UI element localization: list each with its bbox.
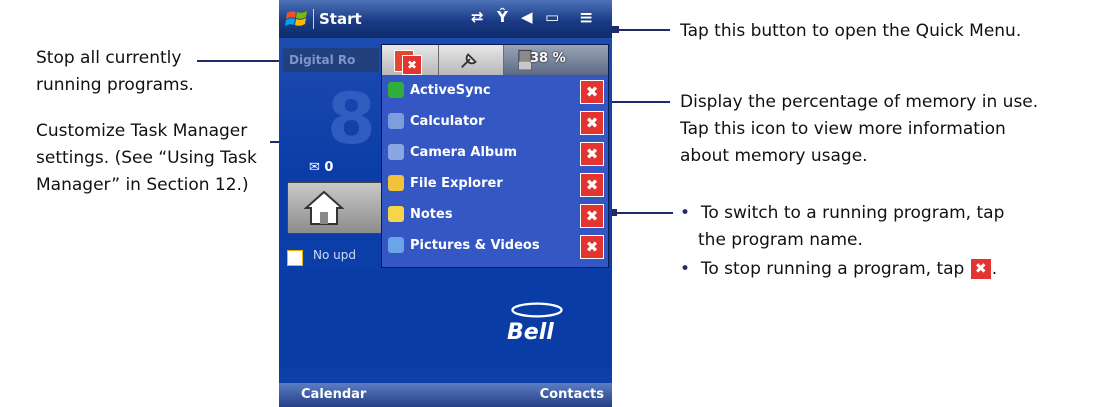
softkey-contacts[interactable]: Contacts — [540, 387, 604, 402]
digital-clock-plugin[interactable]: Digital Ro — [283, 48, 379, 72]
pictures-videos-icon — [388, 237, 404, 253]
softkey-bar: Calendar Contacts — [279, 383, 612, 407]
start-label[interactable]: Start — [319, 10, 362, 28]
mail-counter[interactable]: ✉ 0 — [309, 160, 333, 175]
switch-callout: • To switch to a running program, tap th… — [680, 203, 1005, 280]
program-row[interactable]: Pictures & Videos ✖ — [382, 231, 608, 261]
softkey-calendar[interactable]: Calendar — [301, 387, 366, 402]
file-explorer-icon — [388, 175, 404, 191]
windows-start-icon[interactable] — [285, 8, 309, 30]
volume-icon[interactable]: ◀ — [521, 8, 533, 26]
customize-callout: Customize Task Manager settings. (See “U… — [36, 121, 257, 195]
calculator-icon — [388, 113, 404, 129]
task-manager-panel: ✖ 38 % ActiveSync ✖ Calculator ✖ Camera … — [381, 44, 609, 268]
home-icon — [304, 190, 344, 225]
activesync-icon — [388, 82, 404, 98]
stop-all-callout: Stop all currently running programs. — [36, 48, 194, 95]
close-icon: ✖ — [969, 258, 992, 280]
bullet: • — [680, 203, 691, 223]
close-program-button[interactable]: ✖ — [580, 204, 604, 228]
program-row[interactable]: Camera Album ✖ — [382, 138, 608, 168]
title-bar: Start ⇄ Ŷ ◀ ▭ ≡ — [279, 0, 612, 38]
program-row[interactable]: ActiveSync ✖ — [382, 76, 608, 106]
bell-logo: Bell — [507, 300, 565, 345]
leader-line — [618, 29, 670, 31]
signal-icon[interactable]: Ŷ — [497, 8, 508, 26]
clock-digit: 8 — [327, 78, 376, 160]
title-divider — [313, 9, 314, 29]
program-row[interactable]: File Explorer ✖ — [382, 169, 608, 199]
home-button[interactable] — [287, 182, 385, 234]
quick-menu-icon[interactable]: ≡ — [579, 8, 593, 28]
bell-swoosh-icon — [511, 302, 563, 318]
calendar-icon — [287, 250, 303, 266]
close-program-button[interactable]: ✖ — [580, 111, 604, 135]
close-all-icon: ✖ — [402, 55, 422, 75]
phone-screen: Start ⇄ Ŷ ◀ ▭ ≡ Digital Ro 8 ✉ 0 No upd … — [279, 0, 612, 407]
battery-icon[interactable]: ▭ — [545, 8, 559, 26]
close-program-button[interactable]: ✖ — [580, 80, 604, 104]
notes-icon — [388, 206, 404, 222]
wrench-icon — [461, 53, 477, 68]
sync-icon[interactable]: ⇄ — [471, 8, 484, 26]
bullet: • — [680, 259, 691, 279]
stop-all-button[interactable]: ✖ — [382, 45, 439, 75]
task-manager-header: ✖ 38 % — [382, 45, 608, 75]
close-program-button[interactable]: ✖ — [580, 173, 604, 197]
close-program-button[interactable]: ✖ — [580, 142, 604, 166]
settings-button[interactable] — [439, 45, 504, 75]
program-row[interactable]: Calculator ✖ — [382, 107, 608, 137]
memory-percent[interactable]: 38 % — [530, 51, 566, 66]
memory-callout: Display the percentage of memory in use.… — [680, 92, 1039, 166]
no-updates-text: No upd — [313, 248, 356, 262]
quick-menu-callout: Tap this button to open the Quick Menu. — [680, 21, 1022, 41]
camera-album-icon — [388, 144, 404, 160]
program-row[interactable]: Notes ✖ — [382, 200, 608, 230]
leader-line — [615, 212, 673, 214]
close-program-button[interactable]: ✖ — [580, 235, 604, 259]
leader-endpoint — [612, 26, 619, 33]
